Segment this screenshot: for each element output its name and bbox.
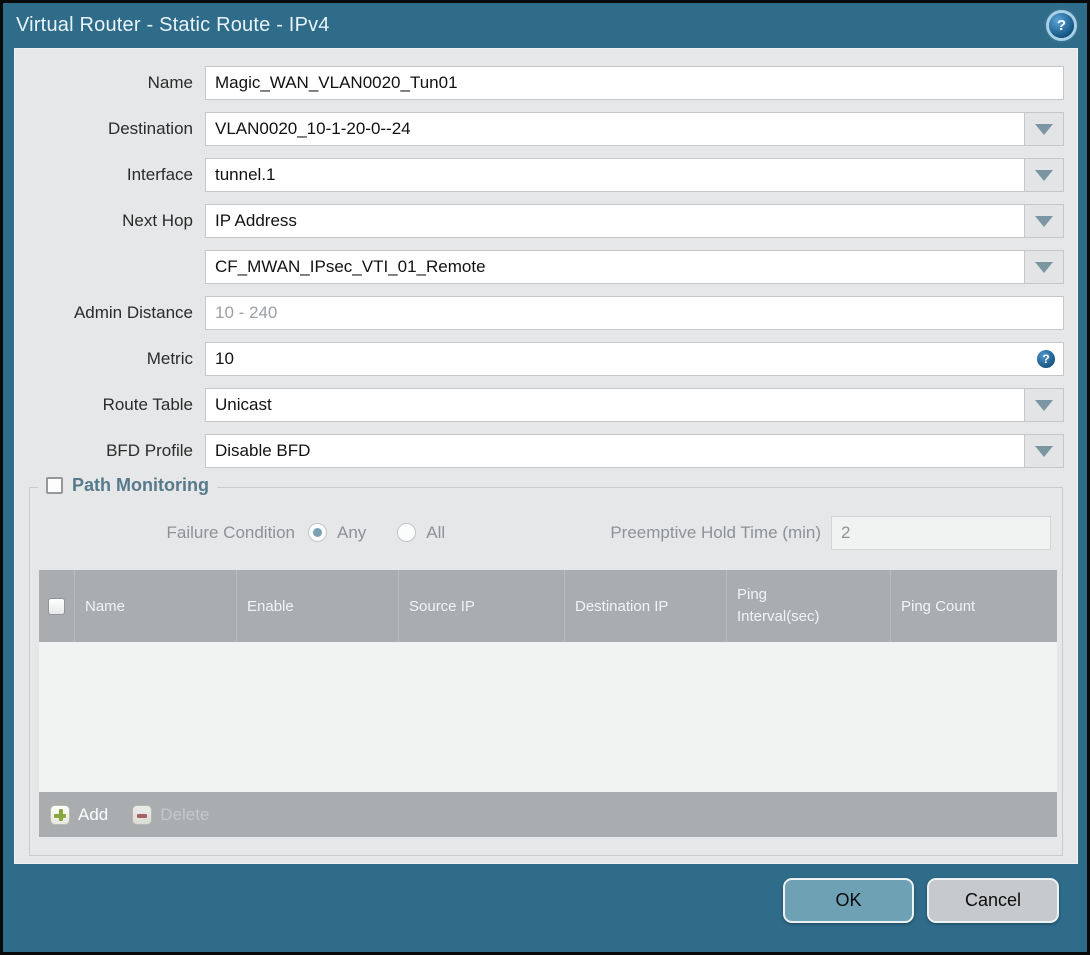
column-header-label: Enable <box>247 597 294 615</box>
admin-distance-input[interactable] <box>205 296 1064 330</box>
destination-input[interactable] <box>205 112 1025 146</box>
failure-condition-any-label: Any <box>337 522 367 542</box>
add-button-label: Add <box>78 804 109 824</box>
name-row: Name <box>15 66 1077 100</box>
admin-distance-row: Admin Distance <box>15 296 1077 330</box>
dialog-window: Virtual Router - Static Route - IPv4 ? N… <box>0 0 1090 955</box>
column-header-label: Source IP <box>409 597 475 615</box>
interface-label: Interface <box>126 165 193 184</box>
help-icon[interactable]: ? <box>1049 13 1074 38</box>
path-monitoring-table: Name Enable Source IP Destination IP Pin… <box>39 570 1057 837</box>
bfd-profile-label: BFD Profile <box>106 441 193 460</box>
metric-help-icon[interactable]: ? <box>1037 350 1055 368</box>
chevron-down-icon <box>1035 261 1053 273</box>
interface-input[interactable] <box>205 158 1025 192</box>
minus-icon <box>132 804 153 825</box>
column-header-label: Ping Interval(sec) <box>737 585 820 626</box>
cancel-button[interactable]: Cancel <box>927 878 1059 923</box>
table-body-empty <box>39 642 1057 792</box>
route-table-input[interactable] <box>205 388 1025 422</box>
failure-condition-any-radio[interactable] <box>308 523 327 542</box>
column-header-label: Ping Count <box>901 597 976 615</box>
route-table-row: Route Table <box>15 388 1077 422</box>
path-monitoring-legend: Path Monitoring <box>38 475 217 496</box>
failure-condition-label: Failure Condition <box>166 522 295 542</box>
table-toolbar: Add Delete <box>39 792 1057 837</box>
column-header-label: Destination IP <box>575 597 669 615</box>
metric-row: Metric ? <box>15 342 1077 376</box>
destination-label: Destination <box>107 119 193 138</box>
name-label: Name <box>147 73 193 92</box>
table-header: Name Enable Source IP Destination IP Pin… <box>39 570 1057 642</box>
path-monitoring-section: Path Monitoring Failure Condition Any Al… <box>29 475 1063 856</box>
route-table-dropdown-button[interactable] <box>1025 388 1064 422</box>
failure-condition-all-label: All <box>426 522 446 542</box>
route-table-label: Route Table <box>102 395 193 414</box>
plus-icon <box>50 804 70 825</box>
chevron-down-icon <box>1035 123 1053 135</box>
chevron-down-icon <box>1035 215 1053 227</box>
static-route-form: Name Destination Interface <box>15 49 1077 468</box>
column-header-label: Name <box>85 597 126 615</box>
dialog-content: Name Destination Interface <box>14 48 1078 864</box>
failure-condition-all-radio[interactable] <box>397 523 417 542</box>
failure-condition-row: Failure Condition Any All Preemptive Hol… <box>30 515 1062 550</box>
next-hop-address-dropdown-button[interactable] <box>1025 250 1064 284</box>
chevron-down-icon <box>1035 445 1053 457</box>
select-all-cell <box>39 570 75 642</box>
column-header-ping-count: Ping Count <box>891 570 1057 642</box>
next-hop-address-row <box>15 250 1077 284</box>
chevron-down-icon <box>1035 399 1053 411</box>
bfd-profile-dropdown-button[interactable] <box>1025 434 1064 468</box>
metric-label: Metric <box>146 349 193 368</box>
delete-button[interactable]: Delete <box>132 804 210 825</box>
column-header-name: Name <box>75 570 237 642</box>
column-header-source-ip: Source IP <box>399 570 565 642</box>
bfd-profile-row: BFD Profile <box>15 434 1077 468</box>
column-header-destination-ip: Destination IP <box>565 570 727 642</box>
metric-input[interactable] <box>205 342 1064 376</box>
interface-row: Interface <box>15 158 1077 192</box>
destination-dropdown-button[interactable] <box>1025 112 1064 146</box>
next-hop-dropdown-button[interactable] <box>1025 204 1064 238</box>
chevron-down-icon <box>1035 169 1053 181</box>
destination-row: Destination <box>15 112 1077 146</box>
preemptive-hold-label: Preemptive Hold Time (min) <box>610 522 821 542</box>
interface-dropdown-button[interactable] <box>1025 158 1064 192</box>
next-hop-address-input[interactable] <box>205 250 1025 284</box>
path-monitoring-checkbox[interactable] <box>46 477 63 494</box>
dialog-titlebar: Virtual Router - Static Route - IPv4 ? <box>3 3 1087 48</box>
admin-distance-label: Admin Distance <box>73 303 193 322</box>
delete-button-label: Delete <box>160 804 210 824</box>
bfd-profile-input[interactable] <box>205 434 1025 468</box>
next-hop-label: Next Hop <box>122 211 193 230</box>
name-input[interactable] <box>205 66 1064 100</box>
preemptive-hold-input[interactable] <box>831 515 1051 550</box>
next-hop-type-input[interactable] <box>205 204 1025 238</box>
column-header-enable: Enable <box>237 570 399 642</box>
add-button[interactable]: Add <box>50 804 109 825</box>
ok-button[interactable]: OK <box>783 878 914 923</box>
path-monitoring-title: Path Monitoring <box>72 475 209 495</box>
next-hop-row: Next Hop <box>15 204 1077 238</box>
column-header-ping-interval: Ping Interval(sec) <box>727 570 891 642</box>
dialog-title: Virtual Router - Static Route - IPv4 <box>16 14 330 36</box>
select-all-checkbox[interactable] <box>48 597 65 615</box>
